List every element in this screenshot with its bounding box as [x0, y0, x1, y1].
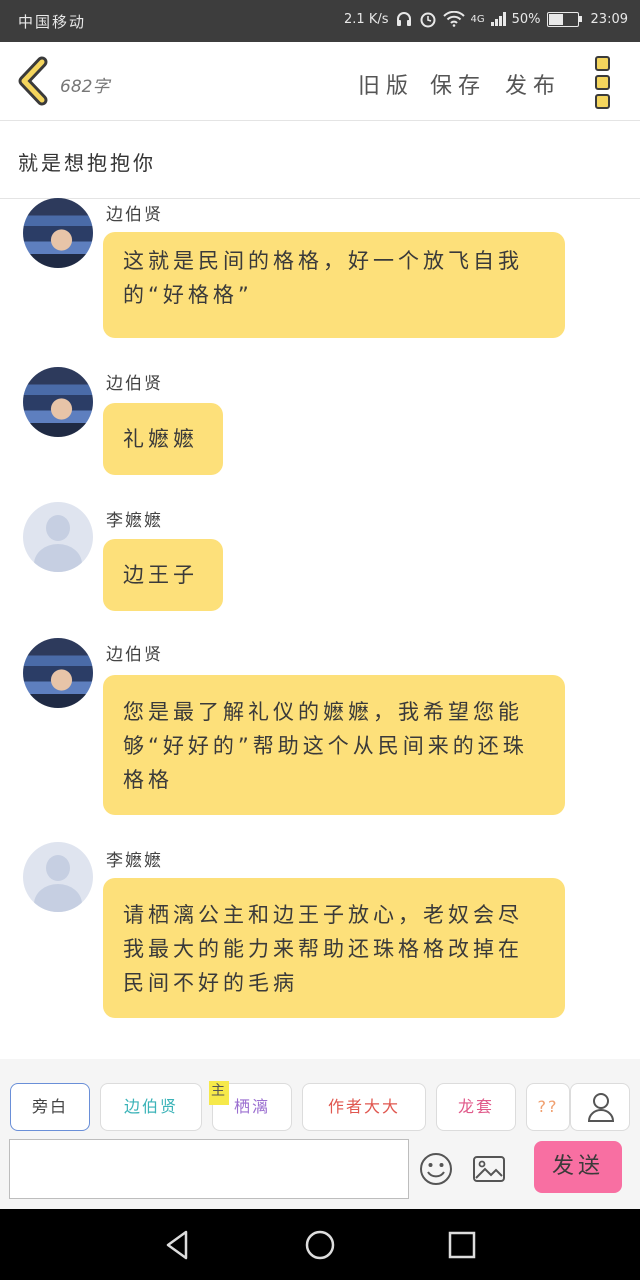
- compose-toolbar: 旁白 边伯贤 主栖漓 作者大大 龙套 ?? 发送: [0, 1059, 640, 1209]
- role-chip-qili[interactable]: 主栖漓: [209, 1081, 292, 1131]
- clock: 23:09: [590, 11, 628, 27]
- role-chip-narration[interactable]: 旁白: [10, 1083, 90, 1131]
- message-bubble: 您是最了解礼仪的嬷嬷，我希望您能够“好好的”帮助这个从民间来的还珠格格: [103, 675, 565, 815]
- message-bubble: 礼嬷嬷: [103, 403, 223, 475]
- network-type: 4G: [470, 13, 485, 25]
- avatar: [23, 638, 93, 708]
- avatar: [23, 198, 93, 268]
- role-label: ??: [537, 1097, 559, 1116]
- publish-button[interactable]: 发布: [505, 68, 561, 100]
- nav-recent-icon[interactable]: [444, 1227, 480, 1263]
- carrier-label: 中国移动: [18, 13, 87, 31]
- role-chip-author[interactable]: 作者大大: [302, 1083, 426, 1131]
- sender-name: 边伯贤: [106, 645, 163, 665]
- role-chip-baekhyun[interactable]: 边伯贤: [100, 1083, 202, 1131]
- wifi-icon: [442, 11, 465, 27]
- role-label: 栖漓: [233, 1097, 270, 1116]
- message-input[interactable]: [9, 1139, 409, 1199]
- image-icon[interactable]: [471, 1151, 507, 1187]
- role-chip-extra[interactable]: 龙套: [436, 1083, 516, 1131]
- message-bubble: 这就是民间的格格，好一个放飞自我的“好格格”: [103, 232, 565, 338]
- avatar: [23, 502, 93, 572]
- signal-icon: [490, 12, 506, 26]
- emoji-icon[interactable]: [418, 1151, 454, 1187]
- role-label: 作者大大: [327, 1097, 400, 1116]
- menu-icon[interactable]: [595, 56, 613, 109]
- role-label: 旁白: [31, 1097, 68, 1116]
- editor-header: 682字 旧版 保存 发布: [0, 42, 640, 121]
- avatar: [23, 367, 93, 437]
- word-count: 682字: [60, 77, 110, 97]
- story-title-row[interactable]: 就是想抱抱你: [0, 121, 640, 199]
- sender-name: 边伯贤: [106, 205, 163, 225]
- save-button[interactable]: 保存: [430, 68, 486, 100]
- story-title: 就是想抱抱你: [18, 151, 156, 175]
- old-version-button[interactable]: 旧版: [358, 68, 414, 100]
- sender-name: 李嬷嬷: [106, 511, 163, 531]
- network-speed: 2.1 K/s: [344, 11, 389, 27]
- avatar: [23, 842, 93, 912]
- message-bubble: 请栖漓公主和边王子放心，老奴会尽我最大的能力来帮助还珠格格改掉在民间不好的毛病: [103, 878, 565, 1018]
- nav-back-icon[interactable]: [160, 1227, 196, 1263]
- role-chip-unknown[interactable]: ??: [526, 1083, 570, 1131]
- role-label: 边伯贤: [123, 1097, 178, 1116]
- message-bubble: 边王子: [103, 539, 223, 611]
- sender-name: 李嬷嬷: [106, 851, 163, 871]
- headphones-icon: [396, 12, 411, 26]
- send-button[interactable]: 发送: [534, 1141, 622, 1193]
- alarm-icon: [420, 12, 435, 28]
- role-label: 龙套: [457, 1097, 494, 1116]
- role-manager-button[interactable]: [570, 1083, 630, 1131]
- nav-home-icon[interactable]: [302, 1227, 338, 1263]
- battery-icon: [546, 11, 582, 27]
- system-nav-bar: [0, 1209, 640, 1280]
- back-chevron-icon[interactable]: [14, 56, 54, 106]
- user-icon: [587, 1093, 615, 1122]
- battery-percent: 50%: [511, 11, 541, 27]
- main-role-badge: 主: [209, 1081, 229, 1105]
- status-bar: 中国移动 2.1 K/s 4G 50% 23:09: [0, 0, 640, 42]
- sender-name: 边伯贤: [106, 374, 163, 394]
